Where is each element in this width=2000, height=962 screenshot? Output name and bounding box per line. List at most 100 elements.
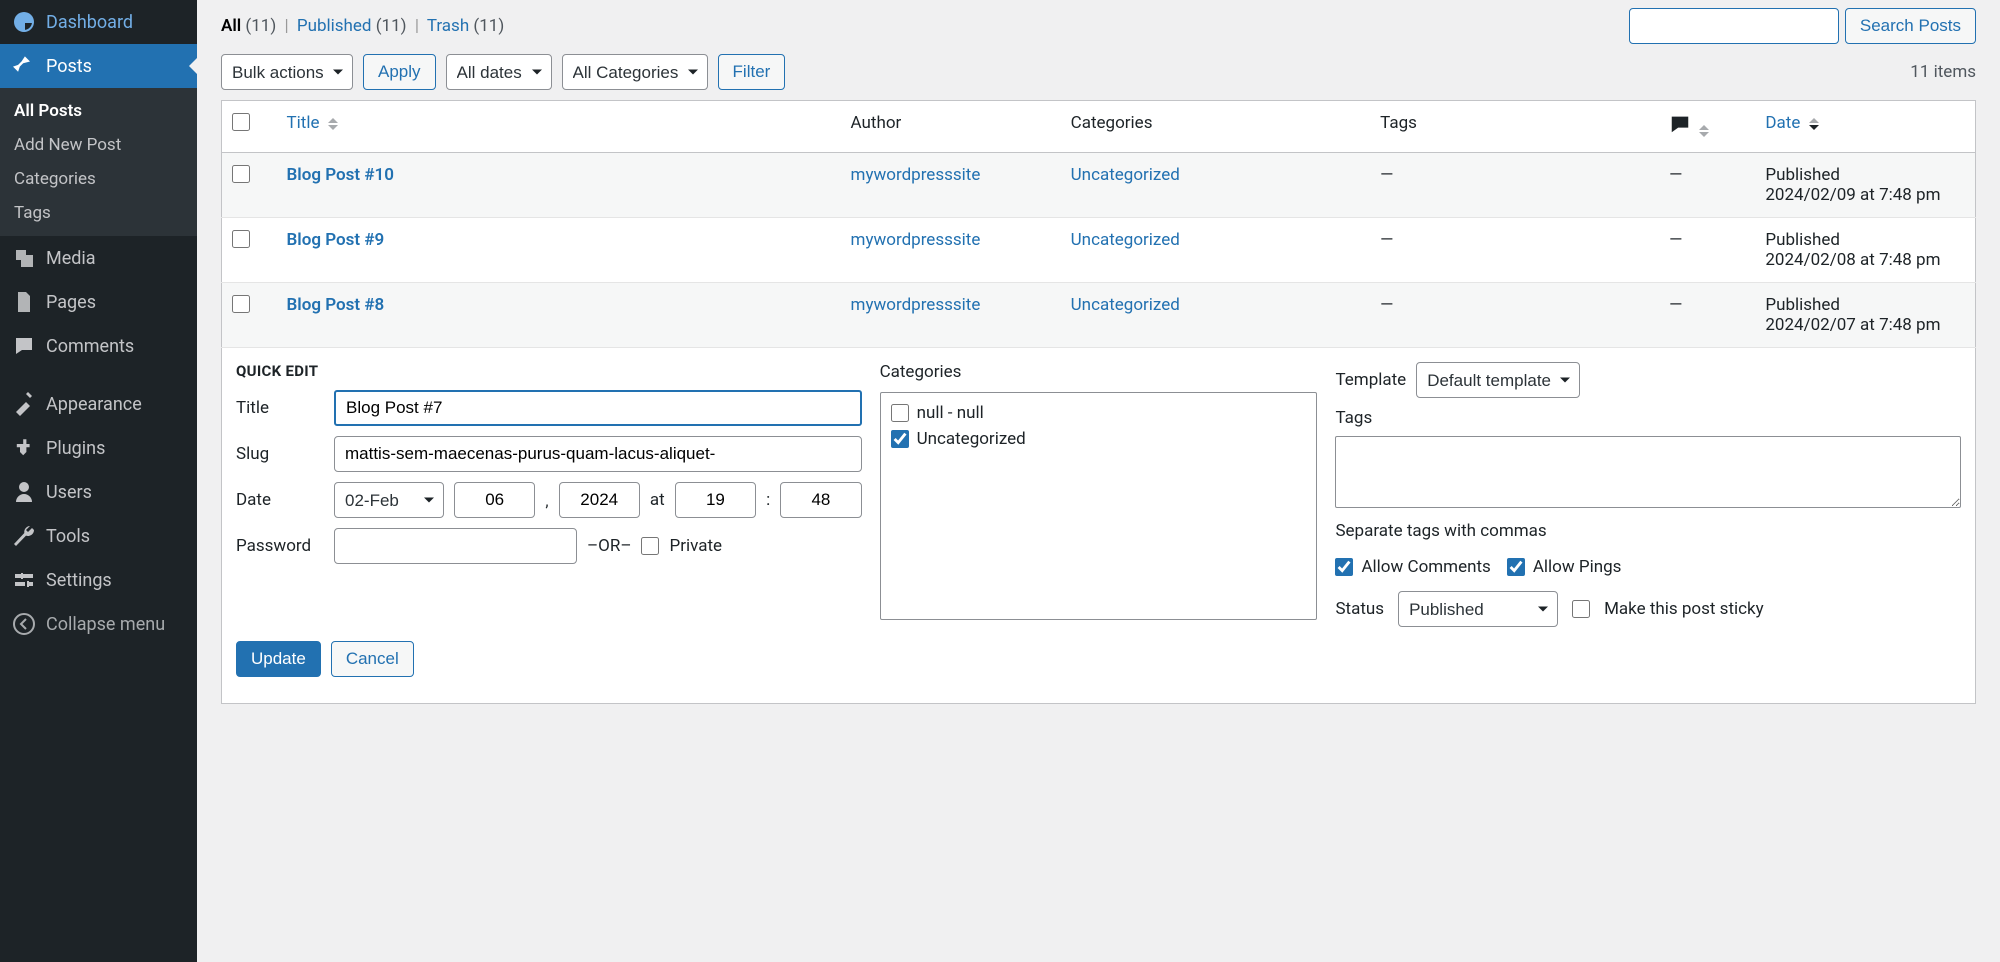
column-title[interactable]: Title bbox=[277, 101, 841, 153]
table-row: Blog Post #10 mywordpresssite Uncategori… bbox=[222, 153, 1976, 218]
qe-title-label: Title bbox=[236, 398, 324, 418]
submenu-all-posts[interactable]: All Posts bbox=[0, 94, 197, 128]
menu-appearance-label: Appearance bbox=[46, 394, 142, 415]
menu-media[interactable]: Media bbox=[0, 236, 197, 280]
qe-slug-input[interactable] bbox=[334, 436, 862, 472]
sort-icon bbox=[328, 118, 338, 130]
filter-all[interactable]: All bbox=[221, 16, 241, 36]
menu-plugins[interactable]: Plugins bbox=[0, 426, 197, 470]
admin-sidebar: Dashboard Posts All Posts Add New Post C… bbox=[0, 0, 197, 962]
post-author-link[interactable]: mywordpresssite bbox=[851, 295, 981, 315]
tools-icon bbox=[12, 524, 36, 548]
menu-users-label: Users bbox=[46, 482, 92, 503]
menu-tools[interactable]: Tools bbox=[0, 514, 197, 558]
category-filter-select[interactable]: All Categories bbox=[562, 54, 708, 90]
apply-button[interactable]: Apply bbox=[363, 54, 436, 90]
qe-date-label: Date bbox=[236, 490, 324, 510]
users-icon bbox=[12, 480, 36, 504]
dashboard-icon bbox=[12, 10, 36, 34]
menu-posts[interactable]: Posts bbox=[0, 44, 197, 88]
sort-icon bbox=[1809, 118, 1819, 130]
table-row: Blog Post #8 mywordpresssite Uncategoriz… bbox=[222, 283, 1976, 348]
menu-media-label: Media bbox=[46, 248, 96, 269]
qe-private-checkbox[interactable] bbox=[641, 537, 659, 555]
column-tags: Tags bbox=[1370, 101, 1659, 153]
menu-dashboard[interactable]: Dashboard bbox=[0, 0, 197, 44]
menu-appearance[interactable]: Appearance bbox=[0, 382, 197, 426]
qe-update-button[interactable]: Update bbox=[236, 641, 321, 677]
qe-sticky-checkbox[interactable] bbox=[1572, 600, 1590, 618]
view-filters: All (11) | Published (11) | Trash (11) bbox=[221, 16, 504, 36]
posts-table: Title Author Categories Tags Date B bbox=[221, 100, 1976, 704]
qe-allow-pings-checkbox[interactable] bbox=[1507, 558, 1525, 576]
qe-categories-box[interactable]: null - null Uncategorized bbox=[880, 392, 1318, 620]
filter-button[interactable]: Filter bbox=[718, 54, 786, 90]
table-row: Blog Post #9 mywordpresssite Uncategoriz… bbox=[222, 218, 1976, 283]
post-comments: — bbox=[1659, 218, 1755, 283]
post-tags: — bbox=[1370, 283, 1659, 348]
qe-at-label: at bbox=[650, 490, 665, 510]
qe-cat-uncategorized[interactable]: Uncategorized bbox=[891, 429, 1307, 449]
pages-icon bbox=[12, 290, 36, 314]
search-input[interactable] bbox=[1629, 8, 1839, 44]
row-checkbox[interactable] bbox=[232, 295, 250, 313]
filter-published[interactable]: Published bbox=[297, 16, 372, 36]
row-checkbox[interactable] bbox=[232, 165, 250, 183]
date-filter-select[interactable]: All dates bbox=[446, 54, 552, 90]
qe-password-label: Password bbox=[236, 536, 324, 556]
collapse-menu[interactable]: Collapse menu bbox=[0, 602, 197, 646]
menu-plugins-label: Plugins bbox=[46, 438, 105, 459]
qe-slug-label: Slug bbox=[236, 444, 324, 464]
post-title-link[interactable]: Blog Post #9 bbox=[287, 230, 385, 250]
qe-tags-textarea[interactable] bbox=[1335, 436, 1961, 508]
column-date[interactable]: Date bbox=[1755, 101, 1975, 153]
qe-allow-comments-checkbox[interactable] bbox=[1335, 558, 1353, 576]
qe-password-input[interactable] bbox=[334, 528, 577, 564]
qe-tags-hint: Separate tags with commas bbox=[1335, 521, 1961, 541]
appearance-icon bbox=[12, 392, 36, 416]
qe-status-select[interactable]: Published bbox=[1398, 591, 1558, 627]
menu-settings[interactable]: Settings bbox=[0, 558, 197, 602]
qe-cat-uncat-checkbox[interactable] bbox=[891, 430, 909, 448]
menu-comments[interactable]: Comments bbox=[0, 324, 197, 368]
row-checkbox[interactable] bbox=[232, 230, 250, 248]
menu-tools-label: Tools bbox=[46, 526, 90, 547]
qe-month-select[interactable]: 02-Feb bbox=[334, 482, 444, 518]
qe-template-select[interactable]: Default template bbox=[1416, 362, 1580, 398]
menu-pages[interactable]: Pages bbox=[0, 280, 197, 324]
menu-users[interactable]: Users bbox=[0, 470, 197, 514]
post-date: Published 2024/02/07 at 7:48 pm bbox=[1755, 283, 1975, 348]
search-posts-button[interactable]: Search Posts bbox=[1845, 8, 1976, 44]
post-author-link[interactable]: mywordpresssite bbox=[851, 165, 981, 185]
qe-cat-null-checkbox[interactable] bbox=[891, 404, 909, 422]
qe-categories-label: Categories bbox=[880, 362, 1318, 382]
qe-title-input[interactable] bbox=[334, 390, 862, 426]
qe-cancel-button[interactable]: Cancel bbox=[331, 641, 414, 677]
post-title-link[interactable]: Blog Post #10 bbox=[287, 165, 394, 185]
qe-day-input[interactable] bbox=[454, 482, 535, 518]
post-title-link[interactable]: Blog Post #8 bbox=[287, 295, 385, 315]
submenu-tags[interactable]: Tags bbox=[0, 196, 197, 230]
filter-all-count: (11) bbox=[245, 16, 276, 36]
qe-hour-input[interactable] bbox=[675, 482, 756, 518]
submenu-add-new-post[interactable]: Add New Post bbox=[0, 128, 197, 162]
qe-minute-input[interactable] bbox=[780, 482, 861, 518]
collapse-menu-label: Collapse menu bbox=[46, 614, 165, 635]
post-category-link[interactable]: Uncategorized bbox=[1071, 165, 1180, 185]
post-category-link[interactable]: Uncategorized bbox=[1071, 295, 1180, 315]
qe-year-input[interactable] bbox=[559, 482, 640, 518]
qe-allow-comments-label: Allow Comments bbox=[1361, 557, 1490, 577]
posts-submenu: All Posts Add New Post Categories Tags bbox=[0, 88, 197, 236]
column-comments[interactable] bbox=[1659, 101, 1755, 153]
submenu-categories[interactable]: Categories bbox=[0, 162, 197, 196]
qe-cat-null[interactable]: null - null bbox=[891, 403, 1307, 423]
filter-trash-count: (11) bbox=[473, 16, 504, 36]
select-all-checkbox[interactable] bbox=[232, 113, 250, 131]
quick-edit-legend: Quick Edit bbox=[236, 362, 862, 380]
filter-published-count: (11) bbox=[376, 16, 407, 36]
post-category-link[interactable]: Uncategorized bbox=[1071, 230, 1180, 250]
post-author-link[interactable]: mywordpresssite bbox=[851, 230, 981, 250]
filter-trash[interactable]: Trash bbox=[427, 16, 469, 36]
plugins-icon bbox=[12, 436, 36, 460]
bulk-actions-select[interactable]: Bulk actions bbox=[221, 54, 353, 90]
